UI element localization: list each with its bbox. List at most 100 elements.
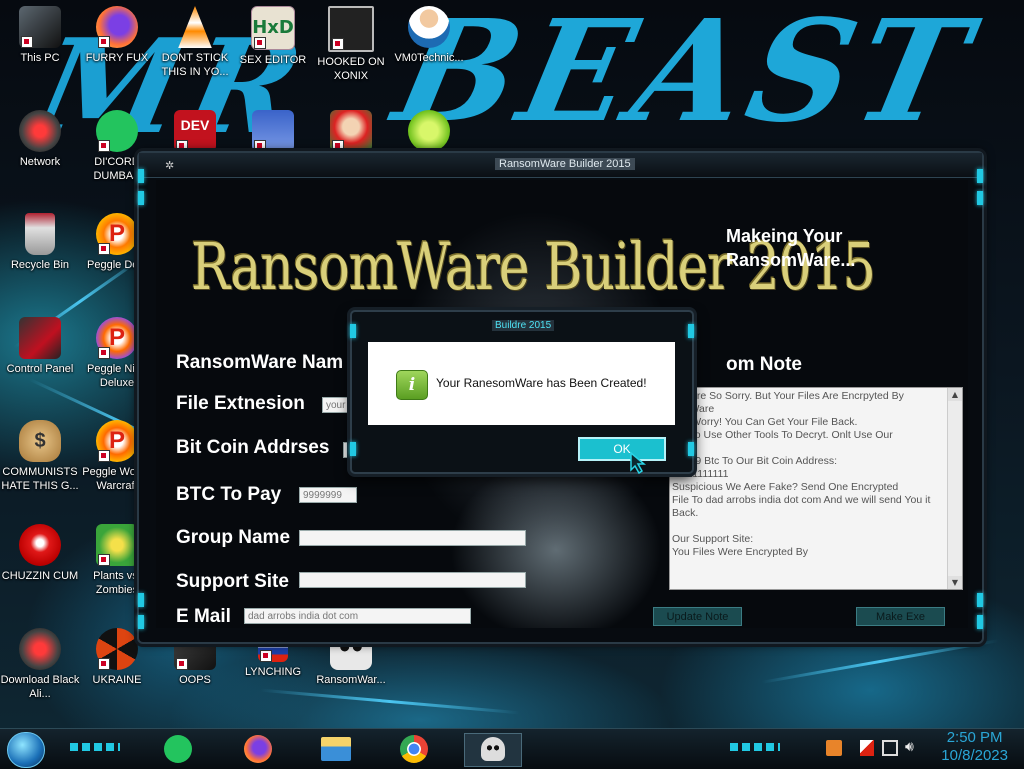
peggle-icon: P	[96, 420, 138, 462]
firefox-icon	[96, 6, 138, 48]
money-bag-icon: $	[19, 420, 61, 462]
ransom-note-textarea[interactable]: We Are So Sorry. But Your Files Are Encr…	[669, 387, 963, 590]
scroll-down-icon[interactable]: ▼	[948, 576, 962, 589]
computer-icon	[19, 6, 61, 48]
mouse-cursor-icon	[630, 452, 647, 474]
plants-icon	[96, 524, 138, 566]
file-extension-input[interactable]: your	[322, 397, 352, 413]
network-icon[interactable]	[882, 740, 898, 756]
desktop-icon-download[interactable]: Download Black Ali...	[0, 622, 80, 718]
desktop-icon-hooked-on-xonix[interactable]: HOOKED ON XONIX	[311, 0, 391, 96]
taskbar-file-explorer[interactable]	[318, 733, 354, 765]
peggle-icon: P	[96, 213, 138, 255]
ransom-note-label: om Note	[726, 354, 802, 375]
taskbar-firefox[interactable]	[240, 733, 276, 765]
field-label-group-name: Group Name	[176, 527, 291, 548]
taskbar-chrome[interactable]	[396, 733, 432, 765]
desktop-icon-dont-stick[interactable]: DONT STICK THIS IN YO...	[155, 0, 235, 96]
status-text: Makeing Your RansomWare...	[726, 226, 856, 270]
side-light-decoration	[977, 593, 983, 607]
chuzzle-icon	[19, 524, 61, 566]
field-label-btc-to-pay: BTC To Pay	[176, 484, 282, 505]
firefox-icon	[244, 735, 272, 763]
chat-app-icon	[164, 735, 192, 763]
wallpaper-streak	[761, 639, 999, 684]
peggle-icon: P	[96, 317, 138, 359]
email-input[interactable]: dad arrobs india dot com	[244, 608, 471, 624]
desktop-icon-communists[interactable]: $ COMMUNISTS HATE THIS G...	[0, 414, 80, 510]
recycle-bin-icon	[25, 213, 55, 255]
fire-icon[interactable]	[826, 740, 842, 756]
app-menu-icon[interactable]: ✲	[165, 159, 174, 172]
dialog-title: Buildre 2015	[492, 320, 555, 331]
side-light-decoration	[138, 169, 144, 183]
desktop-icon-recycle-bin[interactable]: Recycle Bin	[0, 207, 80, 303]
side-light-decoration	[138, 615, 144, 629]
info-icon: i	[396, 370, 428, 400]
side-light-decoration	[977, 169, 983, 183]
side-light-decoration	[688, 324, 694, 338]
group-name-input[interactable]	[299, 530, 526, 546]
dialog-message: Your RanesomWare has Been Created!	[436, 376, 647, 390]
side-light-decoration	[977, 191, 983, 205]
flag-x-icon[interactable]	[860, 740, 874, 756]
doctor-person-icon	[408, 6, 450, 48]
desktop-icon-control-panel[interactable]: Control Panel	[0, 311, 80, 407]
chat-app-icon	[96, 110, 138, 152]
card-app-icon	[252, 110, 294, 152]
support-site-input[interactable]	[299, 572, 526, 588]
desktop-icon-furry-fux[interactable]: FURRY FUX	[77, 0, 157, 96]
dialog-message-area: i Your RanesomWare has Been Created!	[368, 342, 675, 425]
window-title: RansomWare Builder 2015	[495, 158, 635, 170]
scroll-up-icon[interactable]: ▲	[948, 388, 962, 401]
field-label-support-site: Support Site	[176, 571, 289, 592]
field-label-email: E Mail	[176, 606, 231, 627]
control-panel-icon	[19, 317, 61, 359]
desktop-icon-chuzzin[interactable]: CHUZZIN CUM	[0, 518, 80, 614]
taskbar: 🔊︎ 2:50 PM 10/8/2023	[0, 728, 1024, 769]
window-titlebar[interactable]: ✲ RansomWare Builder 2015	[139, 153, 982, 178]
side-light-decoration	[138, 593, 144, 607]
skull-icon	[481, 737, 505, 761]
side-light-decoration	[350, 324, 356, 338]
radiation-icon	[96, 628, 138, 670]
btc-to-pay-input[interactable]: 9999999	[299, 487, 357, 503]
side-light-decoration	[138, 191, 144, 205]
make-exe-button[interactable]: Make Exe	[856, 607, 945, 626]
clock[interactable]: 2:50 PM 10/8/2023	[941, 729, 1008, 765]
field-label-file-extension: File Extnesion	[176, 393, 305, 414]
side-light-decoration	[977, 615, 983, 629]
clock-date: 10/8/2023	[941, 747, 1008, 764]
wallpaper-text: BEAST	[382, 0, 987, 154]
taskbar-light-decoration	[70, 743, 120, 751]
start-button[interactable]	[7, 732, 45, 768]
santa-game-icon	[330, 110, 372, 152]
field-label-bitcoin-address: Bit Coin Addrses	[176, 437, 330, 458]
clock-time: 2:50 PM	[946, 729, 1003, 746]
ransom-note-text[interactable]: We Are So Sorry. But Your Files Are Encr…	[672, 390, 948, 588]
network-orb-icon	[19, 110, 61, 152]
lime-app-icon	[408, 110, 450, 152]
taskbar-chat-app[interactable]	[160, 733, 196, 765]
taskbar-light-decoration	[730, 743, 780, 751]
side-light-decoration	[350, 442, 356, 456]
side-light-decoration	[688, 442, 694, 456]
hxd-editor-icon: HxD	[251, 6, 295, 50]
network-orb-icon	[19, 628, 61, 670]
desktop-icon-vm0technic[interactable]: VM0Technic...	[389, 0, 469, 96]
taskbar-ransomware-app[interactable]	[464, 733, 522, 767]
field-label-ransomware-name: RansomWare Nam	[176, 352, 344, 373]
chrome-icon	[400, 735, 428, 763]
ok-button[interactable]: OK	[578, 437, 666, 461]
desktop-icon-this-pc[interactable]: This PC	[0, 0, 80, 96]
file-explorer-icon	[321, 737, 351, 761]
message-dialog: Buildre 2015 i Your RanesomWare has Been…	[350, 310, 694, 474]
note-scrollbar[interactable]: ▲ ▼	[947, 388, 962, 589]
update-note-button[interactable]: Update Note	[653, 607, 742, 626]
vlc-cone-icon	[178, 6, 212, 48]
desktop-icon-sex-editor[interactable]: HxD SEX EDITOR	[233, 0, 313, 96]
volume-icon[interactable]: 🔊︎	[905, 739, 914, 755]
xonix-game-icon	[328, 6, 374, 52]
dev-app-icon: DEV	[174, 110, 216, 152]
desktop-icon-network[interactable]: Network	[0, 104, 80, 200]
